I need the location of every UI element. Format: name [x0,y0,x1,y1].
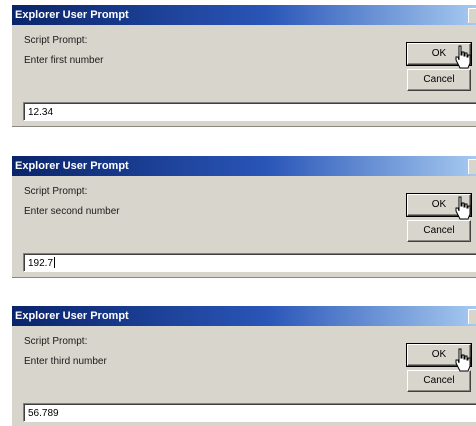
cancel-button[interactable]: Cancel [407,370,471,392]
cancel-button[interactable]: Cancel [407,220,471,242]
ok-button[interactable]: OK [406,42,472,66]
prompt-dialog-second: Explorer User Prompt Script Prompt: Ente… [11,155,476,278]
prompt-message: Enter second number [24,206,120,217]
answer-value: 192.7 [28,258,54,269]
prompt-dialog-third: Explorer User Prompt Script Prompt: Ente… [11,305,476,426]
dialog-titlebar[interactable]: Explorer User Prompt [12,156,476,176]
answer-value: 12.34 [28,107,54,118]
prompt-dialog-first: Explorer User Prompt Script Prompt: Ente… [11,4,476,127]
prompt-message: Enter third number [24,356,107,367]
dialog-title: Explorer User Prompt [15,160,129,172]
answer-input[interactable]: 192.7 [23,253,476,272]
text-caret [54,257,56,268]
script-prompt-label: Script Prompt: [24,186,88,197]
dialog-title: Explorer User Prompt [15,310,129,322]
dialog-titlebar[interactable]: Explorer User Prompt [12,5,476,25]
prompt-message: Enter first number [24,55,104,66]
script-prompt-label: Script Prompt: [24,336,88,347]
page: Explorer User Prompt Script Prompt: Ente… [0,0,476,426]
cancel-button[interactable]: Cancel [407,69,471,91]
dialog-title: Explorer User Prompt [15,9,129,21]
ok-button[interactable]: OK [406,343,472,367]
close-button[interactable] [468,8,476,23]
answer-input[interactable]: 56.789 [23,403,476,422]
close-button[interactable] [468,159,476,174]
answer-value: 56.789 [28,408,59,419]
ok-button[interactable]: OK [406,193,472,217]
answer-input[interactable]: 12.34 [23,102,476,121]
close-button[interactable] [468,309,476,324]
dialog-titlebar[interactable]: Explorer User Prompt [12,306,476,326]
script-prompt-label: Script Prompt: [24,35,88,46]
